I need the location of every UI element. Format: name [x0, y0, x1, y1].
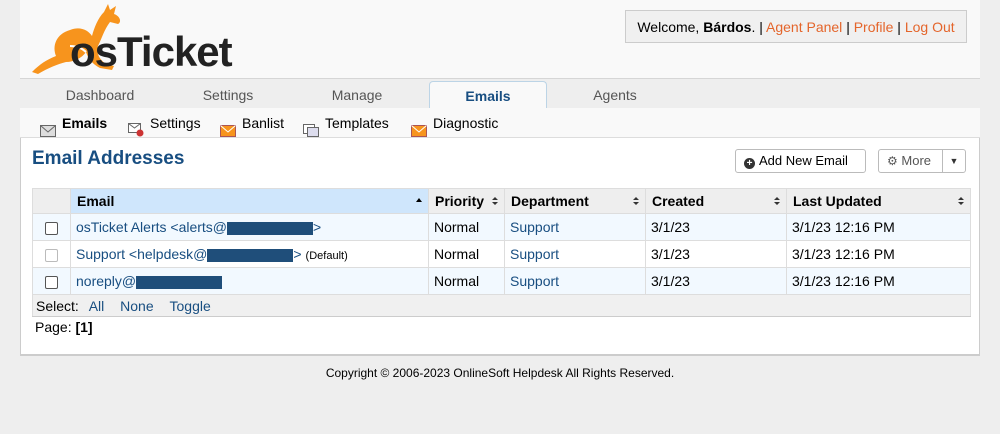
email-text: noreply@	[76, 273, 137, 289]
agent-panel-link[interactable]: Agent Panel	[766, 19, 842, 35]
select-toggle-link[interactable]: Toggle	[170, 298, 211, 314]
logo-text: osTicket	[70, 28, 233, 75]
email-link[interactable]: Support <helpdesk@ >	[76, 246, 302, 262]
page-title: Email Addresses	[32, 148, 185, 169]
priority-cell: Normal	[428, 213, 505, 241]
pagination: Page: [1]	[35, 319, 93, 335]
subnav-label: Banlist	[242, 115, 285, 131]
more-button[interactable]: ⚙ More ▼	[878, 149, 966, 173]
sort-icon	[958, 197, 964, 205]
envelope-icon	[40, 117, 56, 137]
table-row: noreply@ Normal Support 3/1/23 3/1/23 12…	[32, 267, 971, 295]
created-cell: 3/1/23	[645, 213, 787, 241]
banlist-icon	[220, 117, 236, 137]
add-new-email-button[interactable]: + Add New Email	[735, 149, 866, 173]
add-new-email-label: Add New Email	[759, 153, 848, 168]
table-header-row: Email Priority Department Created Last U…	[32, 188, 971, 214]
select-column-header	[32, 188, 71, 214]
priority-cell: Normal	[428, 267, 505, 295]
column-priority[interactable]: Priority	[428, 188, 505, 214]
user-name: Bárdos	[703, 19, 752, 35]
column-label: Priority	[435, 193, 485, 209]
subnav-label: Settings	[150, 115, 201, 131]
separator: |	[846, 19, 850, 35]
subnav-emails[interactable]: Emails	[40, 108, 107, 138]
default-badge: (Default)	[305, 250, 348, 262]
tab-agents[interactable]: Agents	[550, 79, 680, 109]
tab-manage[interactable]: Manage	[278, 79, 436, 109]
profile-link[interactable]: Profile	[854, 19, 894, 35]
subnav-settings[interactable]: Settings	[128, 108, 201, 138]
column-email[interactable]: Email	[70, 188, 429, 214]
select-none-link[interactable]: None	[120, 298, 153, 314]
email-text: Support <helpdesk@	[76, 246, 208, 262]
subnav-label: Emails	[62, 115, 108, 131]
email-link[interactable]: osTicket Alerts <alerts@ >	[76, 219, 321, 235]
column-label: Created	[652, 193, 705, 209]
header: osTicket Welcome, Bárdos. | Agent Panel …	[20, 0, 980, 78]
created-cell: 3/1/23	[645, 267, 787, 295]
row-checkbox[interactable]	[45, 275, 58, 289]
separator: |	[897, 19, 901, 35]
tab-emails[interactable]: Emails	[429, 81, 547, 110]
caret-down-icon: ▼	[942, 150, 965, 172]
sort-asc-icon	[416, 198, 422, 202]
email-suffix: >	[293, 246, 302, 262]
sort-icon	[492, 197, 498, 205]
welcome-period: .	[751, 19, 756, 35]
subnav-diagnostic[interactable]: Diagnostic	[411, 108, 498, 138]
department-link[interactable]: Support	[510, 246, 559, 262]
email-link[interactable]: noreply@	[76, 273, 223, 289]
redacted-block	[207, 248, 294, 262]
logo[interactable]: osTicket	[30, 2, 250, 75]
main-content: Email Addresses + Add New Email ⚙ More ▼ …	[20, 138, 980, 356]
subnav-templates[interactable]: Templates	[303, 108, 389, 138]
column-label: Email	[77, 193, 115, 209]
plus-icon: +	[744, 158, 755, 169]
table-row: osTicket Alerts <alerts@ > Normal Support…	[32, 213, 971, 241]
select-label: Select:	[36, 297, 79, 314]
current-page[interactable]: [1]	[75, 319, 92, 335]
priority-cell: Normal	[428, 240, 505, 268]
subnav-banlist[interactable]: Banlist	[220, 108, 284, 138]
templates-icon	[303, 117, 319, 137]
main-nav: Dashboard Settings Manage Emails Agents	[20, 78, 980, 110]
table-row: Support <helpdesk@ > (Default) Normal Supp…	[32, 240, 971, 268]
updated-cell: 3/1/23 12:16 PM	[786, 267, 971, 295]
column-last-updated[interactable]: Last Updated	[786, 188, 971, 214]
redacted-block	[227, 221, 314, 235]
copyright-footer: Copyright © 2006-2023 OnlineSoft Helpdes…	[325, 366, 675, 380]
column-label: Department	[511, 193, 589, 209]
sort-icon	[774, 197, 780, 205]
mail-settings-icon	[128, 117, 144, 137]
updated-cell: 3/1/23 12:16 PM	[786, 213, 971, 241]
sub-nav: Emails Settings Banlist Templates Diagno…	[20, 108, 980, 138]
redacted-block	[136, 275, 223, 289]
email-suffix: >	[313, 219, 322, 235]
row-checkbox[interactable]	[45, 221, 58, 235]
department-link[interactable]: Support	[510, 273, 559, 289]
diagnostic-icon	[411, 117, 427, 137]
table-footer-row: Select: All None Toggle	[32, 294, 971, 317]
row-checkbox-disabled	[45, 248, 58, 262]
logout-link[interactable]: Log Out	[905, 19, 955, 35]
email-text: osTicket Alerts <alerts@	[76, 219, 228, 235]
column-created[interactable]: Created	[645, 188, 787, 214]
welcome-text: Welcome,	[637, 19, 704, 35]
department-link[interactable]: Support	[510, 219, 559, 235]
column-department[interactable]: Department	[504, 188, 646, 214]
subnav-label: Diagnostic	[433, 115, 499, 131]
page-label: Page:	[35, 319, 72, 335]
gear-icon: ⚙	[887, 154, 898, 168]
welcome-box: Welcome, Bárdos. | Agent Panel | Profile…	[625, 10, 967, 43]
subnav-label: Templates	[325, 115, 389, 131]
column-label: Last Updated	[793, 193, 882, 209]
created-cell: 3/1/23	[645, 240, 787, 268]
more-label: More	[901, 153, 932, 168]
sort-icon	[633, 197, 639, 205]
email-table: Email Priority Department Created Last U…	[32, 188, 971, 317]
updated-cell: 3/1/23 12:16 PM	[786, 240, 971, 268]
separator: |	[759, 19, 763, 35]
select-all-link[interactable]: All	[89, 298, 105, 314]
